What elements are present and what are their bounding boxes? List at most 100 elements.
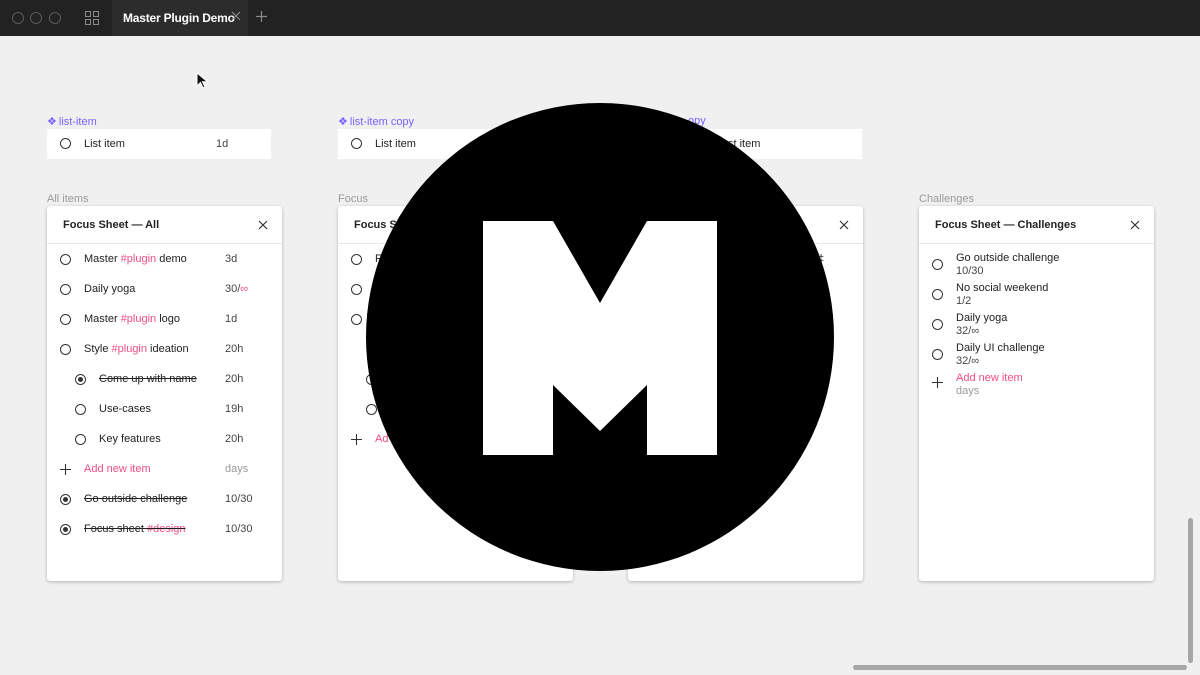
radio-button[interactable] — [932, 319, 943, 330]
challenge-name: Daily UI challenge — [956, 342, 1045, 354]
item-text: Key features — [99, 433, 161, 445]
item-text: Master #plugin demo — [84, 253, 187, 265]
radio-button[interactable] — [932, 289, 943, 300]
plus-icon[interactable] — [60, 464, 71, 475]
radio-button[interactable] — [351, 138, 362, 149]
add-item-row[interactable]: Add new item days — [47, 454, 282, 484]
component-icon: ❖ — [47, 116, 57, 128]
sub-list-item[interactable]: Use-cases 19h — [47, 394, 282, 424]
add-new-item-link[interactable]: Add new item — [956, 372, 1023, 384]
card-header: Focus Sheet — Challenges — [919, 206, 1154, 244]
horizontal-scrollbar[interactable] — [853, 665, 1187, 670]
item-meta: 10/30 — [225, 523, 253, 535]
window-close-control[interactable] — [12, 12, 24, 24]
grid-icon[interactable] — [85, 11, 99, 25]
plus-icon[interactable] — [932, 377, 943, 388]
add-item-row[interactable]: Add new item days — [919, 368, 1154, 398]
tab-label: Master Plugin Demo — [123, 11, 235, 25]
add-new-item-link[interactable]: Add new item — [84, 463, 151, 475]
plus-icon[interactable] — [256, 11, 267, 22]
focus-sheet-all-card: Focus Sheet — All Master #plugin demo 3d… — [47, 206, 282, 581]
list-item[interactable]: Master #plugin demo 3d — [47, 244, 282, 274]
item-meta: 20h — [225, 373, 244, 385]
item-meta: 20h — [225, 433, 244, 445]
card-header: Focus Sheet — All — [47, 206, 282, 244]
item-text: Daily yoga — [84, 283, 136, 295]
m-logo-icon — [483, 221, 717, 455]
focus-sheet-challenges-card: Focus Sheet — Challenges Go outside chal… — [919, 206, 1154, 581]
list-item-meta: 1d — [216, 138, 229, 150]
window-zoom-control[interactable] — [49, 12, 61, 24]
item-text: Style #plugin ideation — [84, 343, 189, 355]
list-item[interactable]: Master #plugin logo 1d — [47, 304, 282, 334]
item-text: Master #plugin logo — [84, 313, 181, 325]
challenge-progress: 10/30 — [956, 265, 984, 277]
add-item-meta: days — [225, 463, 249, 475]
item-text: Go outside challenge — [84, 493, 188, 505]
radio-button[interactable] — [75, 404, 86, 415]
challenge-progress: 32/∞ — [956, 355, 980, 367]
radio-button[interactable] — [60, 138, 71, 149]
card-title: Focus Sheet — All — [63, 219, 160, 231]
vertical-scrollbar[interactable] — [1188, 518, 1193, 663]
radio-button[interactable] — [60, 344, 71, 355]
close-icon[interactable] — [839, 220, 849, 230]
sub-list-item[interactable]: Come up with name 20h — [47, 364, 282, 394]
challenge-name: Go outside challenge — [956, 252, 1060, 264]
component-label-list-item-copy[interactable]: ❖ list-item copy — [338, 115, 414, 128]
frame-label-challenges[interactable]: Challenges — [919, 193, 974, 205]
radio-button-checked[interactable] — [75, 374, 86, 385]
component-label-list-item[interactable]: ❖ list-item — [47, 115, 97, 128]
item-meta: 1d — [225, 313, 238, 325]
close-icon[interactable] — [1130, 220, 1140, 230]
close-icon[interactable] — [258, 220, 268, 230]
radio-button-checked[interactable] — [60, 524, 71, 535]
radio-button[interactable] — [351, 314, 362, 325]
window-minimize-control[interactable] — [30, 12, 42, 24]
radio-button[interactable] — [351, 284, 362, 295]
frame-label-focus[interactable]: Focus — [338, 193, 368, 205]
radio-button[interactable] — [932, 259, 943, 270]
cursor-icon — [196, 72, 209, 89]
item-meta: 19h — [225, 403, 244, 415]
item-text: Use-cases — [99, 403, 151, 415]
challenge-item[interactable]: Daily UI challenge 32/∞ — [919, 338, 1154, 368]
item-meta: 3d — [225, 253, 238, 265]
list-item[interactable]: Go outside challenge 10/30 — [47, 484, 282, 514]
close-icon[interactable] — [231, 11, 241, 21]
challenge-item[interactable]: Go outside challenge 10/30 — [919, 248, 1154, 278]
tab-master-plugin-demo[interactable]: Master Plugin Demo — [112, 0, 248, 36]
radio-button-checked[interactable] — [60, 494, 71, 505]
list-item-label: List item — [84, 138, 125, 150]
challenge-item[interactable]: No social weekend 1/2 — [919, 278, 1154, 308]
sub-list-item[interactable]: Key features 20h — [47, 424, 282, 454]
radio-button[interactable] — [60, 284, 71, 295]
challenge-progress: 32/∞ — [956, 325, 980, 337]
radio-button[interactable] — [60, 254, 71, 265]
item-meta: 20h — [225, 343, 244, 355]
item-meta: 30/∞ — [225, 283, 249, 295]
challenge-item[interactable]: Daily yoga 32/∞ — [919, 308, 1154, 338]
challenge-name: No social weekend — [956, 282, 1049, 294]
frame-label-all-items[interactable]: All items — [47, 193, 89, 205]
item-meta: 10/30 — [225, 493, 253, 505]
radio-button[interactable] — [351, 254, 362, 265]
radio-button[interactable] — [75, 434, 86, 445]
plus-icon[interactable] — [351, 434, 362, 445]
challenge-name: Daily yoga — [956, 312, 1008, 324]
list-item[interactable]: Focus sheet #design 10/30 — [47, 514, 282, 544]
radio-button[interactable] — [932, 349, 943, 360]
item-text: Focus sheet #design — [84, 523, 186, 535]
list-item[interactable]: Daily yoga 30/∞ — [47, 274, 282, 304]
challenge-progress: 1/2 — [956, 295, 972, 307]
component-list-item[interactable]: List item 1d — [47, 129, 271, 159]
list-item[interactable]: Style #plugin ideation 20h — [47, 334, 282, 364]
item-text: Come up with name — [99, 373, 197, 385]
title-bar: Master Plugin Demo — [0, 0, 1200, 36]
list-item-label: List item — [375, 138, 416, 150]
radio-button[interactable] — [60, 314, 71, 325]
card-title: Focus Sheet — Challenges — [935, 219, 1077, 231]
video-logo-overlay — [366, 103, 834, 571]
add-item-meta: days — [956, 385, 980, 397]
component-icon: ❖ — [338, 116, 348, 128]
